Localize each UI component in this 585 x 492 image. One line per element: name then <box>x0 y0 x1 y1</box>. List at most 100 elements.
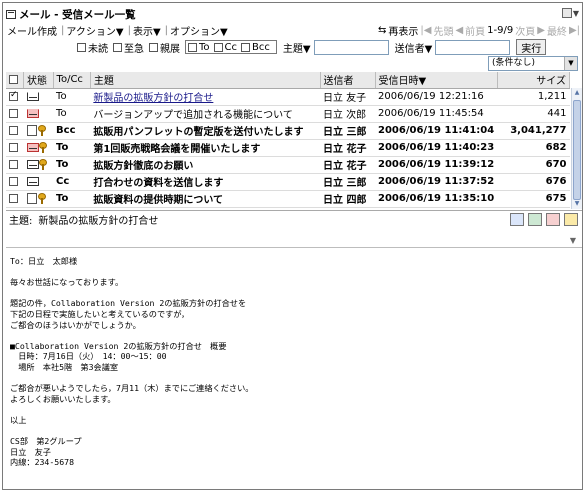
run-button[interactable]: 実行 <box>516 39 547 55</box>
subject-link[interactable]: 新製品の拡販方針の打合せ <box>93 93 213 104</box>
row-checkbox[interactable] <box>9 108 18 118</box>
subject-cell[interactable]: 拡販方針徹底のお願い <box>90 156 320 173</box>
column-date[interactable]: 受信日時▼ <box>375 72 498 89</box>
refresh-icon[interactable]: ⇆ <box>378 25 386 36</box>
chevron-down-icon[interactable]: ▼ <box>564 57 577 70</box>
window-menu-chevron-icon[interactable]: ▼ <box>573 9 579 18</box>
refresh-button[interactable]: 再表示 <box>388 23 418 38</box>
row-checkbox-cell[interactable] <box>6 122 24 139</box>
status-cell <box>24 190 54 207</box>
table-row[interactable]: Bcc 拡販用パンフレットの暫定版を送付いたします 日立 三郎 2006/06/… <box>6 122 570 139</box>
status-cell <box>24 139 54 156</box>
reply-all-icon[interactable] <box>528 213 542 226</box>
last-page-icon: ▶| <box>568 25 580 36</box>
confidential-checkbox[interactable] <box>149 42 158 52</box>
filter-cc[interactable]: Cc <box>213 42 237 53</box>
table-row[interactable]: To 拡販資料の提供時期について 日立 四郎 2006/06/19 11:35:… <box>6 190 570 207</box>
menu-action[interactable]: アクション▼ <box>66 23 123 38</box>
scroll-thumb[interactable] <box>573 100 581 200</box>
subject-cell[interactable]: 第1回販売戦略会議を開催いたします <box>90 139 320 156</box>
attachment-doc-icon <box>26 124 37 136</box>
sender-filter-input[interactable] <box>435 39 511 55</box>
row-checkbox-cell[interactable] <box>6 190 24 207</box>
folder-move-icon[interactable] <box>564 213 578 226</box>
cc-checkbox[interactable] <box>213 42 223 52</box>
size-cell: 670 <box>545 159 567 170</box>
preview-header: 主題: 新製品の拡販方針の打合せ <box>6 210 582 228</box>
subject-filter-dropdown[interactable]: 主題▼ <box>283 40 311 55</box>
forward-icon[interactable] <box>546 213 560 226</box>
table-row[interactable]: To 新製品の拡販方針の打合せ 日立 友子 2006/06/19 12:21:1… <box>6 88 570 105</box>
subject-filter-input[interactable] <box>313 39 389 55</box>
envelope-icon <box>26 176 39 186</box>
unread-checkbox[interactable] <box>77 42 86 52</box>
table-row[interactable]: To バージョンアップで追加される機能について 日立 次郎 2006/06/19… <box>6 105 570 122</box>
row-checkbox[interactable] <box>9 125 18 135</box>
date-cell: 2006/06/19 11:39:12 <box>378 159 495 170</box>
subject-cell[interactable]: 拡販資料の提供時期について <box>90 190 320 207</box>
sender-cell: 日立 四郎 <box>323 195 367 206</box>
window-restore-icon[interactable] <box>561 8 572 18</box>
row-checkbox-cell[interactable] <box>6 105 24 122</box>
sender-cell: 日立 三郎 <box>323 127 367 138</box>
row-checkbox-cell[interactable] <box>6 139 24 156</box>
table-row[interactable]: To 拡販方針徹底のお願い 日立 花子 2006/06/19 11:39:12 … <box>6 156 570 173</box>
filter-confidential[interactable]: 親展 <box>149 40 180 55</box>
bcc-checkbox[interactable] <box>241 42 251 52</box>
table-row[interactable]: Cc 打合わせの資料を送信します 日立 三郎 2006/06/19 11:37:… <box>6 173 570 190</box>
column-size[interactable]: サイズ <box>497 72 571 89</box>
column-tocc[interactable]: To/Cc <box>53 72 91 89</box>
preview-toolbar <box>510 213 578 226</box>
mail-window: メール - 受信メール一覧 ▼ メール作成 | アクション▼ | 表示▼ | オ… <box>2 2 583 490</box>
subject-cell[interactable]: 新製品の拡販方針の打合せ <box>90 88 320 105</box>
menu-view[interactable]: 表示▼ <box>133 23 161 38</box>
envelope-icon <box>26 159 39 169</box>
tocc-cell: Cc <box>56 176 70 187</box>
row-checkbox[interactable] <box>9 142 18 152</box>
urgent-checkbox[interactable] <box>113 42 122 52</box>
row-checkbox-cell[interactable] <box>6 173 24 190</box>
menu-divider: | <box>61 24 65 36</box>
subject-cell[interactable]: 拡販用パンフレットの暫定版を送付いたします <box>90 122 320 139</box>
column-sender[interactable]: 送信者 <box>320 72 376 89</box>
scroll-down-icon[interactable]: ▼ <box>572 199 582 209</box>
recipient-filter-group: To Cc Bcc <box>185 40 277 54</box>
row-checkbox[interactable] <box>9 193 18 203</box>
menu-bar: メール作成 | アクション▼ | 表示▼ | オプション▼ ⇆ 再表示 |◀ 先… <box>7 23 582 39</box>
menu-option[interactable]: オプション▼ <box>170 23 228 38</box>
row-checkbox-cell[interactable] <box>6 156 24 173</box>
row-checkbox[interactable] <box>9 159 18 169</box>
page-indicator: 1-9/9 <box>487 25 514 36</box>
tocc-cell: To <box>56 108 67 119</box>
column-status[interactable]: 状態 <box>23 72 54 89</box>
condition-select[interactable]: (条件なし) ▼ <box>488 56 578 71</box>
next-page-link: 次頁 <box>515 27 536 38</box>
row-checkbox[interactable] <box>9 90 18 101</box>
subject-cell[interactable]: バージョンアップで追加される機能について <box>90 105 320 122</box>
filter-bcc[interactable]: Bcc <box>241 42 270 53</box>
filter-unread[interactable]: 未読 <box>77 40 108 55</box>
reply-icon[interactable] <box>510 213 524 226</box>
select-all-column[interactable] <box>6 72 24 89</box>
message-body-line: 内線：234-5678 <box>10 457 74 468</box>
scroll-up-icon[interactable]: ▲ <box>572 88 582 98</box>
list-scrollbar[interactable]: ▲ ▼ <box>571 88 582 209</box>
window-controls: ▼ <box>561 8 579 18</box>
menu-compose[interactable]: メール作成 <box>7 23 57 38</box>
select-all-checkbox[interactable] <box>9 74 18 84</box>
sender-filter-dropdown[interactable]: 送信者▼ <box>395 40 433 55</box>
column-subject[interactable]: 主題 <box>90 72 321 89</box>
tocc-cell: To <box>56 142 69 153</box>
expand-chevron-icon[interactable]: ▼ <box>570 236 576 245</box>
table-row[interactable]: To 第1回販売戦略会議を開催いたします 日立 花子 2006/06/19 11… <box>6 139 570 156</box>
filter-to[interactable]: To <box>188 42 210 53</box>
key-icon <box>37 192 46 204</box>
row-checkbox[interactable] <box>9 176 18 186</box>
to-checkbox[interactable] <box>188 42 197 52</box>
key-icon <box>38 158 47 170</box>
menu-divider: | <box>127 24 131 36</box>
filter-urgent[interactable]: 至急 <box>113 40 144 55</box>
subject-cell[interactable]: 打合わせの資料を送信します <box>90 173 320 190</box>
window-title: メール - 受信メール一覧 <box>19 9 136 21</box>
row-checkbox-cell[interactable] <box>6 88 24 105</box>
